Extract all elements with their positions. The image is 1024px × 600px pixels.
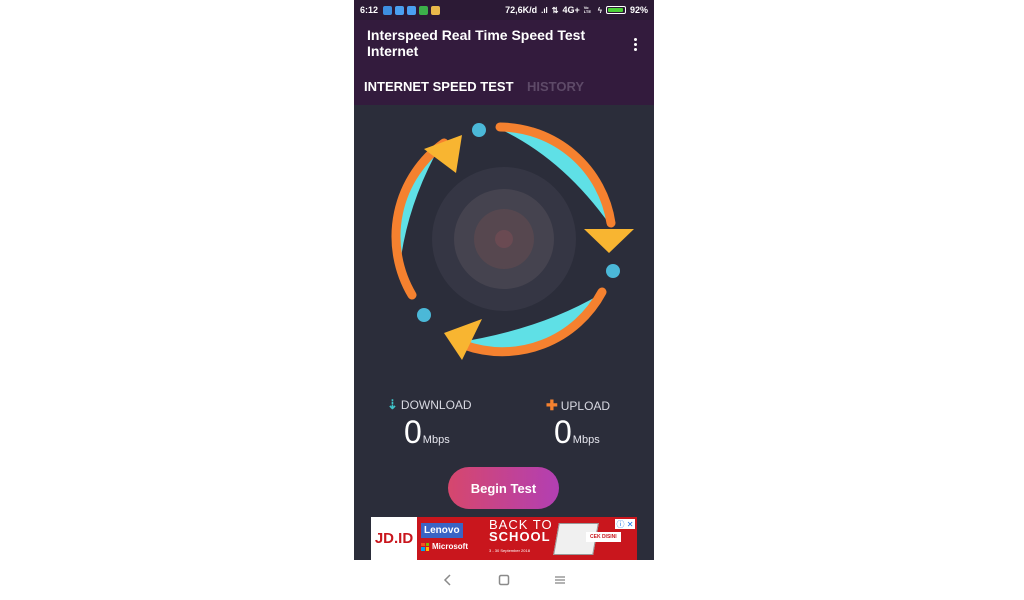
small-dot: [417, 308, 431, 322]
ad-banner[interactable]: JD.ID Lenovo Microsoft BACK TO SCHOOL 3 …: [371, 517, 637, 560]
download-unit: Mbps: [422, 434, 450, 446]
home-icon[interactable]: [496, 572, 512, 588]
microsoft-logo-icon: [421, 542, 429, 551]
ad-brand-microsoft-text: Microsoft: [432, 542, 468, 551]
upload-label-text: UPLOAD: [560, 398, 611, 413]
status-bar: 6:12 72,6K/d .ıl ⇅ 4G+ Vo LTE ϟ 92%: [354, 0, 654, 20]
network-speed: 72,6K/d: [505, 5, 538, 15]
upload-plus-icon: ✚: [546, 397, 558, 413]
tab-internet-speed-test[interactable]: INTERNET SPEED TEST: [364, 79, 514, 94]
back-icon[interactable]: [440, 572, 456, 588]
begin-test-button[interactable]: Begin Test: [448, 467, 559, 509]
signal-icon: .ıl: [541, 5, 548, 15]
tab-history[interactable]: HISTORY: [527, 79, 584, 94]
download-label: ⇣ DOWNLOAD: [387, 397, 472, 413]
ad-choices-icon[interactable]: ⓘ ✕: [615, 519, 635, 529]
download-number: 0: [404, 414, 422, 450]
download-arrow-icon: ⇣: [387, 397, 398, 412]
app-bar: Interspeed Real Time Speed Test Internet…: [354, 20, 654, 105]
notification-icon: [395, 5, 405, 15]
download-value: 0 Mbps: [404, 414, 450, 450]
volte-label: Vo LTE: [583, 5, 592, 14]
notification-icon: [419, 5, 429, 15]
clock: 6:12: [360, 5, 379, 15]
ad-logo: JD.ID: [371, 517, 417, 560]
upload-number: 0: [554, 414, 572, 450]
notification-icon: [431, 5, 441, 15]
ad-headline-2: SCHOOL: [489, 529, 551, 544]
page-title: Interspeed Real Time Speed Test Internet: [367, 27, 586, 59]
upload-value: 0 Mbps: [554, 414, 600, 450]
battery-fill: [607, 8, 623, 12]
speed-gauge-graphic: [391, 122, 634, 360]
charging-icon: ϟ: [597, 5, 602, 15]
notification-icon: [383, 5, 393, 15]
upload-label: ✚ UPLOAD: [546, 397, 610, 414]
small-dot: [472, 123, 486, 137]
download-label-text: DOWNLOAD: [400, 398, 472, 412]
battery-icon: [605, 6, 626, 14]
arrowhead-right: [584, 229, 634, 253]
phone-screen: 6:12 72,6K/d .ıl ⇅ 4G+ Vo LTE ϟ 92% Inte…: [354, 0, 654, 600]
upload-unit: Mbps: [572, 434, 600, 446]
ad-brand-lenovo: Lenovo: [421, 523, 463, 538]
battery-percent: 92%: [629, 5, 648, 15]
ad-brand-microsoft: Microsoft: [421, 542, 468, 551]
data-arrows-icon: ⇅: [551, 5, 559, 15]
more-options-icon[interactable]: [628, 36, 642, 52]
ad-dates: 3 - 30 September 2018: [489, 548, 530, 553]
ad-cta-button[interactable]: CEK DISINI: [586, 532, 621, 542]
small-dot: [606, 264, 620, 278]
gauge-center: [495, 230, 513, 248]
recents-icon[interactable]: [552, 572, 568, 588]
notification-icon: [407, 5, 417, 15]
network-type: 4G+: [562, 5, 580, 15]
system-nav-bar: [354, 560, 654, 600]
